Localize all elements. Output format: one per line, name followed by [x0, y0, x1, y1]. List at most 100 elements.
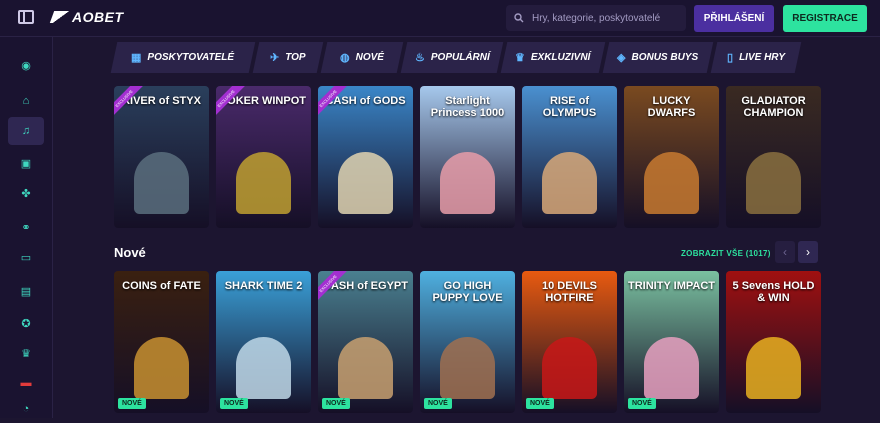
game-title: 10 DEVILS HOTFIRE [541, 280, 598, 304]
casino-chip-icon: ◉ [21, 59, 31, 72]
search-bar[interactable] [506, 5, 686, 31]
new-badge: NOVÉ [118, 398, 146, 409]
new-badge-icon: ◍ [340, 52, 350, 64]
clover-icon: ✤ [21, 187, 31, 200]
sidebar-item-trophy[interactable]: ♛ [8, 339, 44, 367]
sports-icon: ▣ [20, 157, 32, 170]
game-title: RISE of OLYMPUS [542, 95, 597, 119]
tab-label: BONUS BUYS [631, 52, 699, 63]
register-button[interactable]: REGISTRACE [783, 5, 867, 32]
logo[interactable]: AOBET [49, 9, 124, 25]
game-artwork [134, 152, 189, 214]
medal-icon: ✪ [21, 317, 31, 330]
fire-icon: ♨ [414, 52, 425, 64]
tab-label: POSKYTOVATELÉ [147, 52, 235, 63]
tab-nové[interactable]: ◍ NOVÉ [320, 42, 404, 73]
tab-label: EXKLUZIVNÍ [531, 52, 591, 63]
sidebar-item-clover[interactable]: ✤ [8, 179, 44, 207]
logo-mark-icon [49, 11, 73, 23]
game-tile[interactable]: CASH of GODS EXCLUSIVE [318, 86, 413, 228]
top-bar: AOBET PŘIHLÁŠENÍ REGISTRACE [0, 0, 880, 37]
game-title: Starlight Princess 1000 [430, 95, 505, 119]
game-tile[interactable]: JOKER WINPOT EXCLUSIVE [216, 86, 311, 228]
game-title: SHARK TIME 2 [224, 280, 303, 292]
sidebar-item-czech-flag[interactable]: ▬ [8, 369, 44, 397]
game-tile[interactable]: SHARK TIME 2 NOVÉ [216, 271, 311, 413]
trophy-icon: ♛ [21, 347, 31, 360]
game-tile[interactable]: 10 DEVILS HOTFIRE NOVÉ [522, 271, 617, 413]
game-artwork [644, 337, 699, 399]
tab-label: LIVE HRY [739, 52, 785, 63]
scroll-next-button[interactable]: › [798, 241, 818, 263]
game-tile[interactable]: GO HIGH PUPPY LOVE NOVÉ [420, 271, 515, 413]
game-title: 5 Sevens HOLD & WIN [732, 280, 815, 304]
tab-populární[interactable]: ♨ POPULÁRNÍ [400, 42, 504, 73]
game-artwork [236, 337, 291, 399]
chevron-left-icon: ‹ [783, 245, 787, 259]
card-icon: ▯ [727, 52, 734, 64]
sidebar: ◉ ⌂ ♫ ▣ ✤ ⚭ ▭ ▤ ✪ ♛ ▬ ◔ [0, 37, 53, 418]
game-artwork [134, 337, 189, 399]
login-button[interactable]: PŘIHLÁŠENÍ [694, 5, 774, 32]
game-tile[interactable]: CASH of EGYPT EXCLUSIVE NOVÉ [318, 271, 413, 413]
game-artwork [338, 152, 393, 214]
sidebar-item-virtual[interactable]: ▭ [8, 243, 44, 271]
new-badge: NOVÉ [526, 398, 554, 409]
game-tile[interactable]: GLADIATOR CHAMPION [726, 86, 821, 228]
view-all-link[interactable]: ZOBRAZIT VŠE (1017) [681, 249, 771, 258]
sidebar-item-music[interactable]: ♫ [8, 117, 44, 145]
game-artwork [440, 337, 495, 399]
game-tile[interactable]: Starlight Princess 1000 [420, 86, 515, 228]
top-games-row: RIVER of STYX EXCLUSIVE JOKER WINPOT EXCLUS… [114, 86, 828, 228]
game-artwork [542, 152, 597, 214]
game-title: LUCKY DWARFS [647, 95, 696, 119]
tab-exkluzivní[interactable]: ♛ EXKLUZIVNÍ [500, 42, 606, 73]
game-title: COINS of FATE [122, 280, 201, 292]
search-icon [514, 13, 524, 23]
sidebar-item-casino-chip[interactable]: ◉ [8, 51, 44, 79]
live-icon: ⚭ [21, 221, 31, 234]
tab-top[interactable]: ✈ TOP [252, 42, 324, 73]
game-tile[interactable]: 5 Sevens HOLD & WIN [726, 271, 821, 413]
game-artwork [542, 337, 597, 399]
home-icon: ⌂ [22, 95, 30, 107]
section-title-new: Nové [114, 245, 146, 260]
crown-icon: ♛ [515, 52, 526, 64]
new-badge: NOVÉ [322, 398, 350, 409]
support-icon: ◔ [22, 403, 30, 415]
tab-bonus-buys[interactable]: ◈ BONUS BUYS [602, 42, 714, 73]
sidebar-item-tv[interactable]: ▤ [8, 277, 44, 305]
tab-label: POPULÁRNÍ [430, 52, 490, 63]
game-artwork [236, 152, 291, 214]
sidebar-item-medal[interactable]: ✪ [8, 309, 44, 337]
grid-icon: ▦ [131, 52, 142, 64]
game-tile[interactable]: RIVER of STYX EXCLUSIVE [114, 86, 209, 228]
sidebar-item-home[interactable]: ⌂ [8, 87, 44, 115]
game-artwork [746, 152, 801, 214]
game-artwork [746, 337, 801, 399]
game-tile[interactable]: TRINITY IMPACT NOVÉ [624, 271, 719, 413]
new-games-row: COINS of FATE NOVÉ SHARK TIME 2 NOVÉ CASH of… [114, 271, 828, 413]
game-tile[interactable]: COINS of FATE NOVÉ [114, 271, 209, 413]
menu-toggle-icon[interactable] [18, 10, 34, 24]
game-artwork [644, 152, 699, 214]
search-input[interactable] [530, 11, 684, 25]
logo-text: AOBET [72, 9, 124, 25]
new-badge: NOVÉ [424, 398, 452, 409]
new-badge: NOVÉ [220, 398, 248, 409]
sidebar-item-live[interactable]: ⚭ [8, 213, 44, 241]
gift-icon: ◈ [617, 52, 626, 64]
game-artwork [440, 152, 495, 214]
tab-label: TOP [285, 52, 306, 63]
game-title: GLADIATOR CHAMPION [741, 95, 806, 119]
game-tile[interactable]: RISE of OLYMPUS [522, 86, 617, 228]
tab-live-hry[interactable]: ▯ LIVE HRY [710, 42, 802, 73]
czech-flag-icon: ▬ [20, 377, 32, 389]
chevron-right-icon: › [806, 245, 810, 259]
sidebar-item-support[interactable]: ◔ [8, 395, 44, 423]
tab-label: NOVÉ [355, 52, 384, 63]
game-tile[interactable]: LUCKY DWARFS [624, 86, 719, 228]
tab-poskytovatelé[interactable]: ▦ POSKYTOVATELÉ [110, 42, 256, 73]
scroll-prev-button[interactable]: ‹ [775, 241, 795, 263]
sidebar-item-sports[interactable]: ▣ [8, 149, 44, 177]
